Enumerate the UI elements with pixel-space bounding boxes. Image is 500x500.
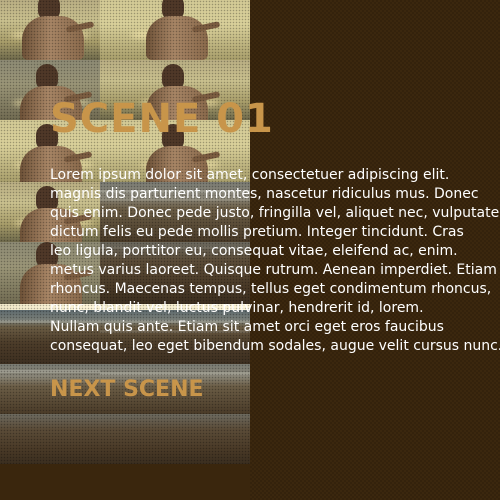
scene-description-line: Lorem ipsum dolor sit amet, consectetuer… (50, 167, 450, 183)
scene-description-line: rhoncus. Maecenas tempus, tellus eget co… (50, 281, 492, 297)
next-scene-link[interactable]: NEXT SCENE (50, 377, 204, 402)
scene-description-line: magnis dis parturient montes, nascetur r… (50, 186, 479, 202)
frame-thumbnail (100, 0, 250, 60)
scene-description: Lorem ipsum dolor sit amet, consectetuer… (50, 166, 500, 356)
scene-description-line: dictum felis eu pede mollis pretium. Int… (50, 224, 464, 240)
scene-description-line: nunc, blandit vel, luctus pulvinar, hend… (50, 300, 424, 316)
frame-thumbnail (0, 414, 100, 464)
scene-description-line: leo ligula, porttitor eu, consequat vita… (50, 243, 458, 259)
frame-thumbnail (0, 0, 100, 60)
scene-title: SCENE 01 (50, 96, 274, 142)
scene-description-line: consequat, leo eget bibendum sodales, au… (50, 338, 500, 354)
frame-thumbnail (100, 414, 250, 464)
scene-description-line: metus varius laoreet. Quisque rutrum. Ae… (50, 262, 497, 278)
scene-description-line: quis enim. Donec pede justo, fringilla v… (50, 205, 500, 221)
scene-page: SCENE 01 Lorem ipsum dolor sit amet, con… (0, 0, 500, 500)
scene-description-line: Nullam quis ante. Etiam sit amet orci eg… (50, 319, 444, 335)
